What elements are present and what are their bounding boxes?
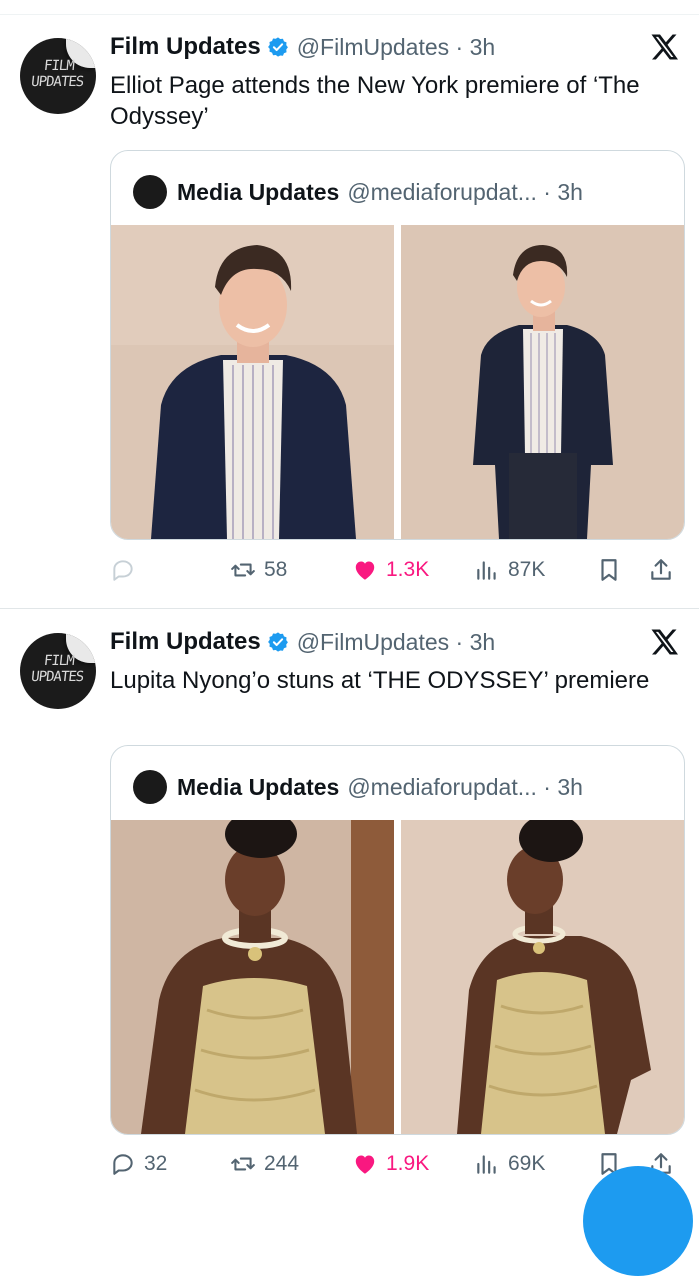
quoted-author-handle: @mediaforupdat... · 3h bbox=[347, 178, 583, 205]
views-button[interactable]: 69K bbox=[474, 1147, 545, 1181]
top-divider bbox=[0, 14, 699, 15]
author-name[interactable]: Film Updates bbox=[110, 628, 261, 656]
author-avatar[interactable]: FILM UPDATES bbox=[20, 633, 96, 709]
like-count: 1.9K bbox=[386, 1152, 430, 1175]
bookmark-icon bbox=[601, 559, 617, 581]
like-count: 1.3K bbox=[386, 558, 430, 581]
like-icon bbox=[355, 561, 375, 580]
verified-badge-icon bbox=[267, 37, 288, 57]
reply-button[interactable]: 32 bbox=[110, 1147, 167, 1181]
repost-icon bbox=[231, 1157, 255, 1171]
like-button[interactable]: 1.3K bbox=[352, 553, 429, 587]
tweet-actions: 58 1.3K 87K bbox=[110, 553, 690, 587]
quoted-author-avatar bbox=[133, 770, 167, 804]
repost-count: 58 bbox=[264, 558, 288, 581]
bookmark-button[interactable] bbox=[596, 553, 630, 587]
quoted-photo[interactable] bbox=[111, 225, 394, 539]
quoted-author-avatar bbox=[133, 175, 167, 209]
x-logo-icon[interactable] bbox=[649, 627, 679, 657]
tweet-divider bbox=[0, 608, 699, 609]
repost-button[interactable]: 244 bbox=[230, 1147, 299, 1181]
tweet-text: Lupita Nyong’o stuns at ‘THE ODYSSEY’ pr… bbox=[110, 667, 650, 694]
like-button[interactable]: 1.9K bbox=[352, 1147, 429, 1181]
views-count: 87K bbox=[508, 558, 546, 581]
reply-icon bbox=[113, 560, 133, 581]
author-name[interactable]: Film Updates bbox=[110, 33, 261, 61]
views-icon bbox=[477, 561, 496, 580]
quoted-author-name: Media Updates bbox=[177, 773, 340, 800]
views-count: 69K bbox=[508, 1152, 546, 1175]
reply-button[interactable] bbox=[110, 553, 144, 587]
share-button[interactable] bbox=[648, 553, 682, 587]
tweet-text: Elliot Page attends the New York premier… bbox=[110, 72, 640, 130]
quoted-author-name: Media Updates bbox=[177, 178, 340, 205]
repost-count: 244 bbox=[264, 1152, 300, 1175]
tweet[interactable]: FILM UPDATES Film Updates @FilmUpdates ·… bbox=[0, 625, 699, 1200]
views-icon bbox=[477, 1155, 496, 1174]
quoted-author-handle: @mediaforupdat... · 3h bbox=[347, 773, 583, 800]
author-handle-timestamp[interactable]: @FilmUpdates · 3h bbox=[297, 34, 495, 61]
quoted-tweet[interactable]: Media Updates @mediaforupdat... · 3h bbox=[110, 150, 685, 540]
quoted-tweet-header: Media Updates @mediaforupdat... · 3h bbox=[133, 175, 583, 209]
tweet-actions: 32 244 1.9K 69K bbox=[110, 1147, 690, 1181]
quoted-photo[interactable] bbox=[401, 225, 684, 539]
author-avatar[interactable]: FILM UPDATES bbox=[20, 38, 96, 114]
like-icon bbox=[355, 1155, 375, 1174]
verified-badge-icon bbox=[267, 632, 288, 652]
x-logo-icon[interactable] bbox=[649, 32, 679, 62]
compose-post-button[interactable] bbox=[583, 1166, 693, 1276]
reply-icon bbox=[113, 1154, 133, 1175]
quoted-photo[interactable] bbox=[111, 820, 394, 1134]
avatar-logo-text: FILM UPDATES bbox=[30, 653, 84, 685]
views-button[interactable]: 87K bbox=[474, 553, 545, 587]
tweet-header: Film Updates @FilmUpdates · 3h bbox=[110, 627, 495, 657]
repost-button[interactable]: 58 bbox=[230, 553, 287, 587]
quoted-tweet[interactable]: Media Updates @mediaforupdat... · 3h bbox=[110, 745, 685, 1135]
repost-icon bbox=[231, 563, 255, 577]
tweet-header: Film Updates @FilmUpdates · 3h bbox=[110, 32, 495, 62]
quoted-photo[interactable] bbox=[401, 820, 684, 1134]
quoted-tweet-header: Media Updates @mediaforupdat... · 3h bbox=[133, 770, 583, 804]
tweet[interactable]: FILM UPDATES Film Updates @FilmUpdates ·… bbox=[0, 30, 699, 590]
share-icon bbox=[651, 559, 671, 580]
author-handle-timestamp[interactable]: @FilmUpdates · 3h bbox=[297, 629, 495, 656]
avatar-logo-text: FILM UPDATES bbox=[30, 58, 84, 90]
reply-count: 32 bbox=[144, 1152, 168, 1175]
